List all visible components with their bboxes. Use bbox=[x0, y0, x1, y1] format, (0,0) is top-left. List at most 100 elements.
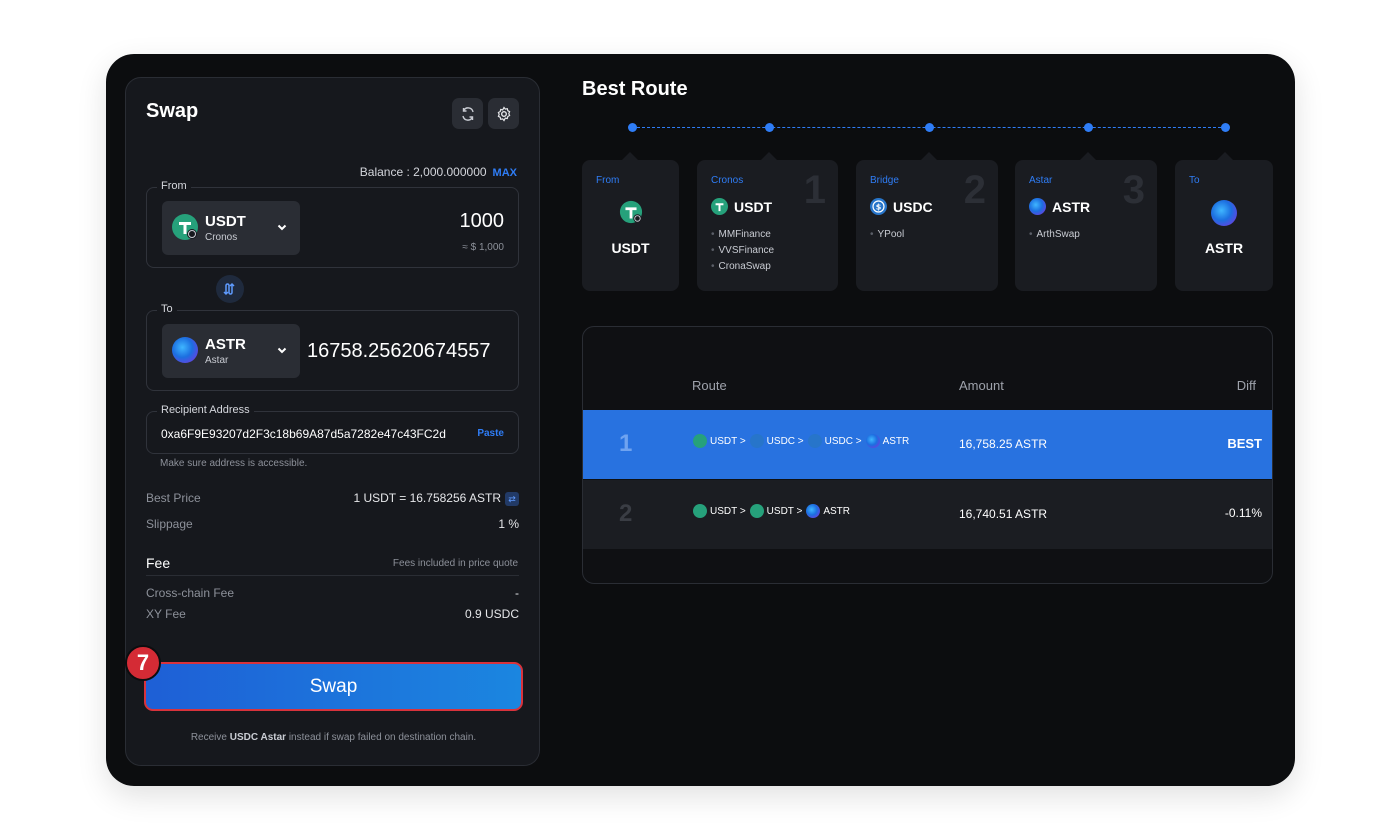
route-dot bbox=[765, 123, 774, 132]
settings-button[interactable] bbox=[488, 98, 519, 129]
route-path: USDT > USDT > ASTR bbox=[693, 504, 850, 518]
gear-icon bbox=[497, 105, 510, 122]
step-number: 2 bbox=[963, 168, 986, 212]
path-step: USDT > bbox=[766, 505, 803, 517]
step-caption: To bbox=[1189, 175, 1200, 186]
route-dot bbox=[925, 123, 934, 132]
cross-chain-fee-value: - bbox=[515, 586, 519, 600]
route-dot bbox=[1221, 123, 1230, 132]
to-label: To bbox=[157, 303, 177, 315]
xy-fee-label: XY Fee bbox=[146, 607, 186, 621]
step-number: 1 bbox=[803, 168, 826, 212]
table-row[interactable]: 2 USDT > USDT > ASTR 16,740.51 ASTR -0.1… bbox=[583, 480, 1272, 549]
balance-text: Balance : 2,000.000000 bbox=[359, 165, 487, 179]
refresh-icon bbox=[461, 106, 474, 121]
table-row[interactable]: 1 USDT > USDC > USDC > ASTR 16,758.25 AS… bbox=[583, 410, 1272, 479]
route-step-to: To ASTR bbox=[1175, 152, 1273, 291]
fallback-prefix: Receive bbox=[190, 732, 227, 743]
dex-item: MMFinance bbox=[711, 229, 771, 240]
path-step: USDC > bbox=[824, 435, 862, 447]
to-token-symbol: ASTR bbox=[205, 336, 246, 353]
header-route: Route bbox=[692, 378, 727, 393]
from-token-chain: Cronos bbox=[205, 232, 238, 243]
refresh-button[interactable] bbox=[452, 98, 483, 129]
fee-title: Fee bbox=[146, 555, 171, 571]
best-price-text: 1 USDT = 16.758256 ASTR bbox=[353, 491, 501, 505]
invert-rate-icon[interactable]: ⇄ bbox=[505, 491, 519, 506]
chevron-down-icon bbox=[277, 347, 287, 354]
card-notch bbox=[761, 152, 777, 160]
dex-item: CronaSwap bbox=[711, 261, 771, 272]
fallback-note: Receive USDC Astar instead if swap faile… bbox=[126, 732, 541, 743]
step-symbol: USDT bbox=[734, 198, 773, 215]
to-amount-output: 16758.25620674557 bbox=[307, 340, 491, 362]
usdt-icon bbox=[619, 200, 643, 229]
usdc-icon: $ bbox=[870, 198, 887, 215]
route-path: USDT > USDC > USDC > ASTR bbox=[693, 434, 909, 448]
path-step: USDT > bbox=[710, 505, 746, 517]
astr-icon bbox=[1211, 200, 1237, 226]
routes-table: Route Amount Diff 1 USDT > USDC > USDC >… bbox=[582, 326, 1273, 584]
to-token-select[interactable]: ASTR Astar bbox=[162, 324, 300, 378]
swap-button[interactable]: Swap bbox=[144, 662, 523, 711]
fee-divider bbox=[146, 575, 519, 576]
recipient-label: Recipient Address bbox=[157, 404, 254, 416]
swap-title: Swap bbox=[146, 100, 199, 122]
fallback-token: USDC Astar bbox=[229, 732, 287, 743]
route-step-bridge: Bridge 2 $ USDC YPool bbox=[856, 152, 998, 291]
route-rank: 1 bbox=[619, 430, 633, 457]
chevron-down-icon bbox=[277, 224, 287, 231]
step-symbol: ASTR bbox=[1204, 240, 1244, 256]
cross-chain-fee-label: Cross-chain Fee bbox=[146, 586, 235, 600]
dex-item: ArthSwap bbox=[1029, 229, 1080, 240]
astr-icon bbox=[806, 504, 821, 518]
route-step-cronos: Cronos 1 USDT MMFinance VVSFinance Crona… bbox=[697, 152, 838, 291]
svg-text:$: $ bbox=[876, 203, 882, 212]
card-notch bbox=[1217, 152, 1233, 160]
to-token-chain: Astar bbox=[205, 355, 229, 366]
swap-direction-icon bbox=[223, 282, 235, 296]
step-caption: Astar bbox=[1029, 175, 1053, 186]
step-token: ASTR bbox=[1029, 198, 1090, 215]
slippage-value[interactable]: 1 % bbox=[498, 517, 519, 531]
step-symbol: ASTR bbox=[1052, 198, 1091, 215]
usdt-icon bbox=[693, 434, 707, 448]
route-step-astar: Astar 3 ASTR ArthSwap bbox=[1015, 152, 1157, 291]
recipient-address-input[interactable]: 0xa6F9E93207d2F3c18b69A87d5a7282e47c43FC… bbox=[161, 427, 446, 441]
step-symbol: USDC bbox=[893, 198, 933, 215]
best-price-label: Best Price bbox=[146, 491, 201, 505]
card-notch bbox=[921, 152, 937, 160]
fallback-suffix: instead if swap failed on destination ch… bbox=[288, 732, 477, 743]
best-route-title: Best Route bbox=[582, 78, 688, 100]
usdt-icon bbox=[693, 504, 707, 518]
card-notch bbox=[1080, 152, 1096, 160]
step-token: USDT bbox=[711, 198, 772, 215]
balance-display: Balance : 2,000.000000 MAX bbox=[360, 165, 517, 179]
recipient-hint: Make sure address is accessible. bbox=[160, 458, 308, 469]
best-price-value: 1 USDT = 16.758256 ASTR ⇄ bbox=[353, 491, 519, 506]
route-dot bbox=[628, 123, 637, 132]
path-step: ASTR bbox=[823, 505, 851, 517]
path-step: ASTR bbox=[882, 435, 910, 447]
header-diff: Diff bbox=[1236, 378, 1256, 393]
to-field: To ASTR Astar 16758.25620674557 bbox=[146, 303, 519, 391]
from-token-select[interactable]: USDT Cronos bbox=[162, 201, 300, 255]
from-label: From bbox=[157, 180, 191, 192]
paste-button[interactable]: Paste bbox=[477, 428, 504, 439]
path-step: USDC > bbox=[766, 435, 804, 447]
usdt-icon bbox=[711, 198, 728, 215]
from-usd-value: ≈ $ 1,000 bbox=[462, 242, 504, 253]
max-button[interactable]: MAX bbox=[493, 167, 517, 179]
step-caption: Cronos bbox=[711, 175, 744, 186]
recipient-address-field[interactable]: Recipient Address 0xa6F9E93207d2F3c18b69… bbox=[146, 404, 519, 454]
xy-fee-value: 0.9 USDC bbox=[464, 607, 519, 621]
step-symbol: USDT bbox=[611, 240, 650, 256]
header-amount: Amount bbox=[959, 378, 1004, 393]
switch-direction-button[interactable] bbox=[216, 275, 244, 303]
step-token: $ USDC bbox=[870, 198, 933, 215]
step-number: 3 bbox=[1122, 168, 1145, 212]
slippage-label: Slippage bbox=[146, 517, 193, 531]
route-step-from: From USDT bbox=[582, 152, 679, 291]
from-amount-input[interactable]: 1000 bbox=[460, 210, 505, 233]
from-field: From USDT Cronos 1000 ≈ $ 1,000 bbox=[146, 180, 519, 268]
